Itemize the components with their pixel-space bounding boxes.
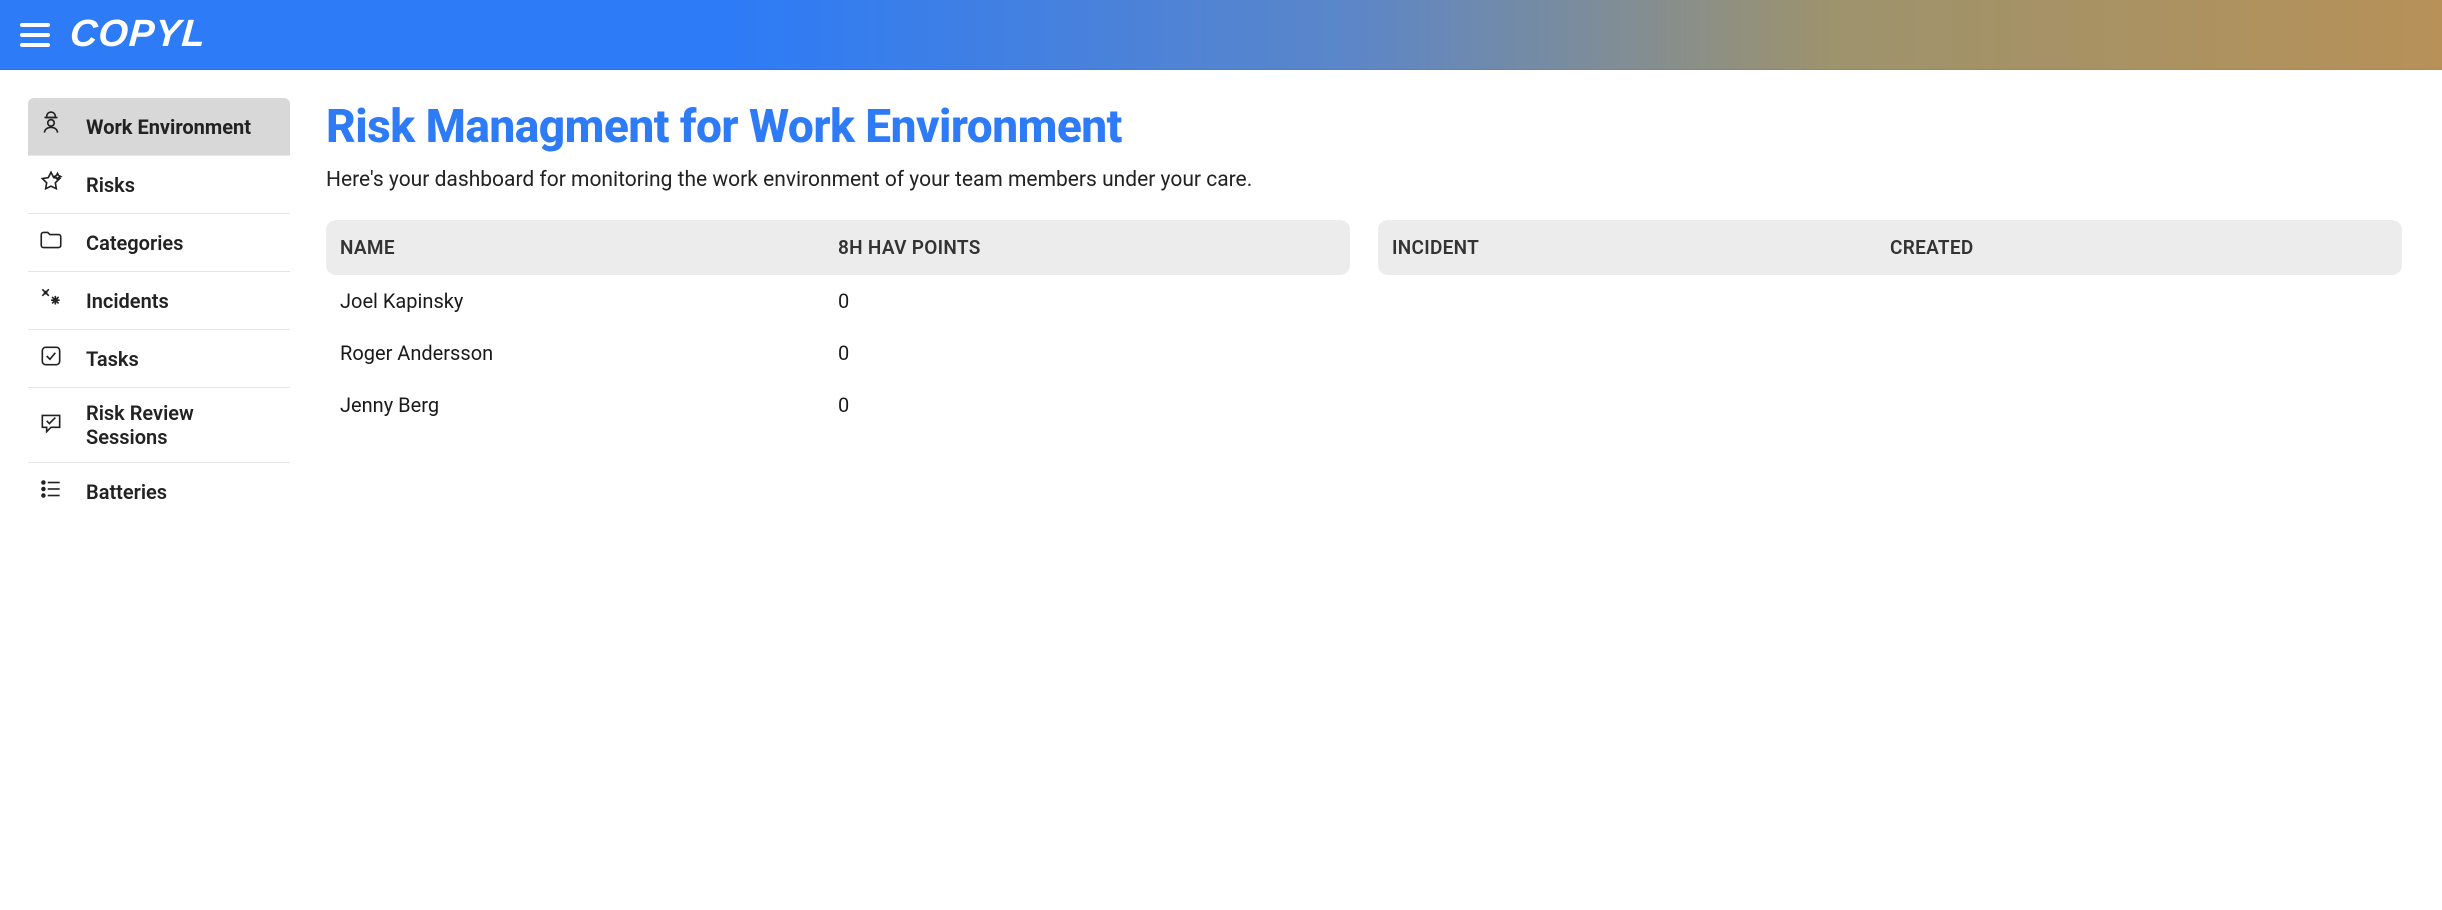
hav-table-header: NAME 8H HAV POINTS (326, 220, 1350, 275)
table-row[interactable]: Jenny Berg 0 (326, 379, 1350, 431)
cell-name: Roger Andersson (340, 341, 838, 365)
table-row[interactable]: Joel Kapinsky 0 (326, 275, 1350, 327)
cell-name: Joel Kapinsky (340, 289, 838, 313)
sidebar-item-risk-review-sessions[interactable]: Risk Review Sessions (28, 388, 290, 463)
cell-points: 0 (838, 289, 1336, 313)
sidebar: Work Environment Risks Categories Incide… (0, 70, 290, 910)
hav-table: NAME 8H HAV POINTS Joel Kapinsky 0 Roger… (326, 220, 1350, 431)
cell-points: 0 (838, 341, 1336, 365)
cell-points: 0 (838, 393, 1336, 417)
sidebar-item-work-environment[interactable]: Work Environment (28, 98, 290, 156)
sidebar-item-tasks[interactable]: Tasks (28, 330, 290, 388)
sidebar-item-label: Incidents (86, 289, 169, 313)
brand-logo[interactable]: COPYL (68, 13, 207, 56)
page-title: Risk Managment for Work Environment (326, 100, 2402, 154)
sidebar-item-label: Work Environment (86, 115, 251, 139)
speech-check-icon (38, 410, 64, 441)
sidebar-item-label: Categories (86, 231, 183, 255)
sidebar-item-label: Risks (86, 173, 135, 197)
column-header-hav-points: 8H HAV POINTS (838, 236, 1336, 259)
page-subtitle: Here's your dashboard for monitoring the… (326, 168, 2402, 192)
worker-icon (38, 111, 64, 142)
star-icon (38, 169, 64, 200)
column-header-incident: INCIDENT (1392, 236, 1890, 259)
cell-name: Jenny Berg (340, 393, 838, 417)
main-content: Risk Managment for Work Environment Here… (290, 70, 2442, 910)
sidebar-item-label: Risk Review Sessions (86, 401, 272, 449)
sidebar-item-label: Batteries (86, 480, 167, 504)
top-bar: COPYL (0, 0, 2442, 70)
list-icon (38, 476, 64, 507)
sidebar-item-incidents[interactable]: Incidents (28, 272, 290, 330)
checkbox-icon (38, 343, 64, 374)
fireworks-icon (38, 285, 64, 316)
incident-table-header: INCIDENT CREATED (1378, 220, 2402, 275)
incident-table: INCIDENT CREATED (1378, 220, 2402, 275)
table-row[interactable]: Roger Andersson 0 (326, 327, 1350, 379)
sidebar-item-batteries[interactable]: Batteries (28, 463, 290, 520)
sidebar-item-categories[interactable]: Categories (28, 214, 290, 272)
column-header-name: NAME (340, 236, 838, 259)
sidebar-item-risks[interactable]: Risks (28, 156, 290, 214)
menu-toggle-button[interactable] (20, 23, 50, 47)
sidebar-item-label: Tasks (86, 347, 139, 371)
folder-icon (38, 227, 64, 258)
column-header-created: CREATED (1890, 236, 2388, 259)
